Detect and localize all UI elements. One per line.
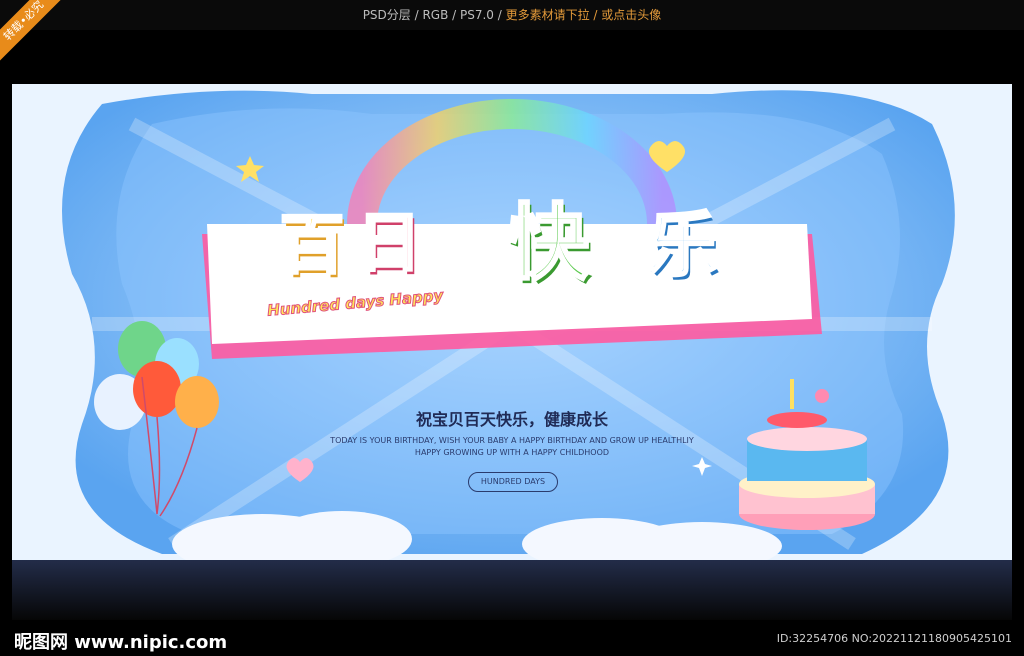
hundred-days-pill: HUNDRED DAYS <box>468 472 558 492</box>
subtitle-cn: 祝宝贝百天快乐，健康成长 <box>415 410 608 429</box>
title-char-4: 乐 <box>646 203 719 288</box>
footer-bar: 昵图网 www.nipic.com ID:32254706 NO:2022112… <box>0 620 1024 656</box>
top-info-bar: PSD分层 / RGB / PS7.0 / 更多素材请下拉 / 或点击头像 <box>0 0 1024 30</box>
format-info: PSD分层 / RGB / PS7.0 / <box>362 8 506 22</box>
subtitle-en-1: TODAY IS YOUR BIRTHDAY, WISH YOUR BABY A… <box>330 436 694 445</box>
more-link[interactable]: 更多素材请下拉 / 或点击头像 <box>506 8 662 22</box>
title-char-2: 日 <box>356 206 423 283</box>
subtitle-en-2: HAPPY GROWING UP WITH A HAPPY CHILDHOOD <box>414 448 610 457</box>
banner-stage: 百 日 快 乐 Hundred days Happy 祝宝贝百天快乐，健康成长 … <box>12 84 1012 560</box>
title-char-3: 快 <box>505 195 590 293</box>
title-char-1: 百 <box>279 208 346 285</box>
site-logo[interactable]: 昵图网 www.nipic.com <box>14 628 227 654</box>
banner-reflection <box>12 560 1012 620</box>
image-id: ID:32254706 NO:20221121180905425101 <box>776 632 1012 645</box>
